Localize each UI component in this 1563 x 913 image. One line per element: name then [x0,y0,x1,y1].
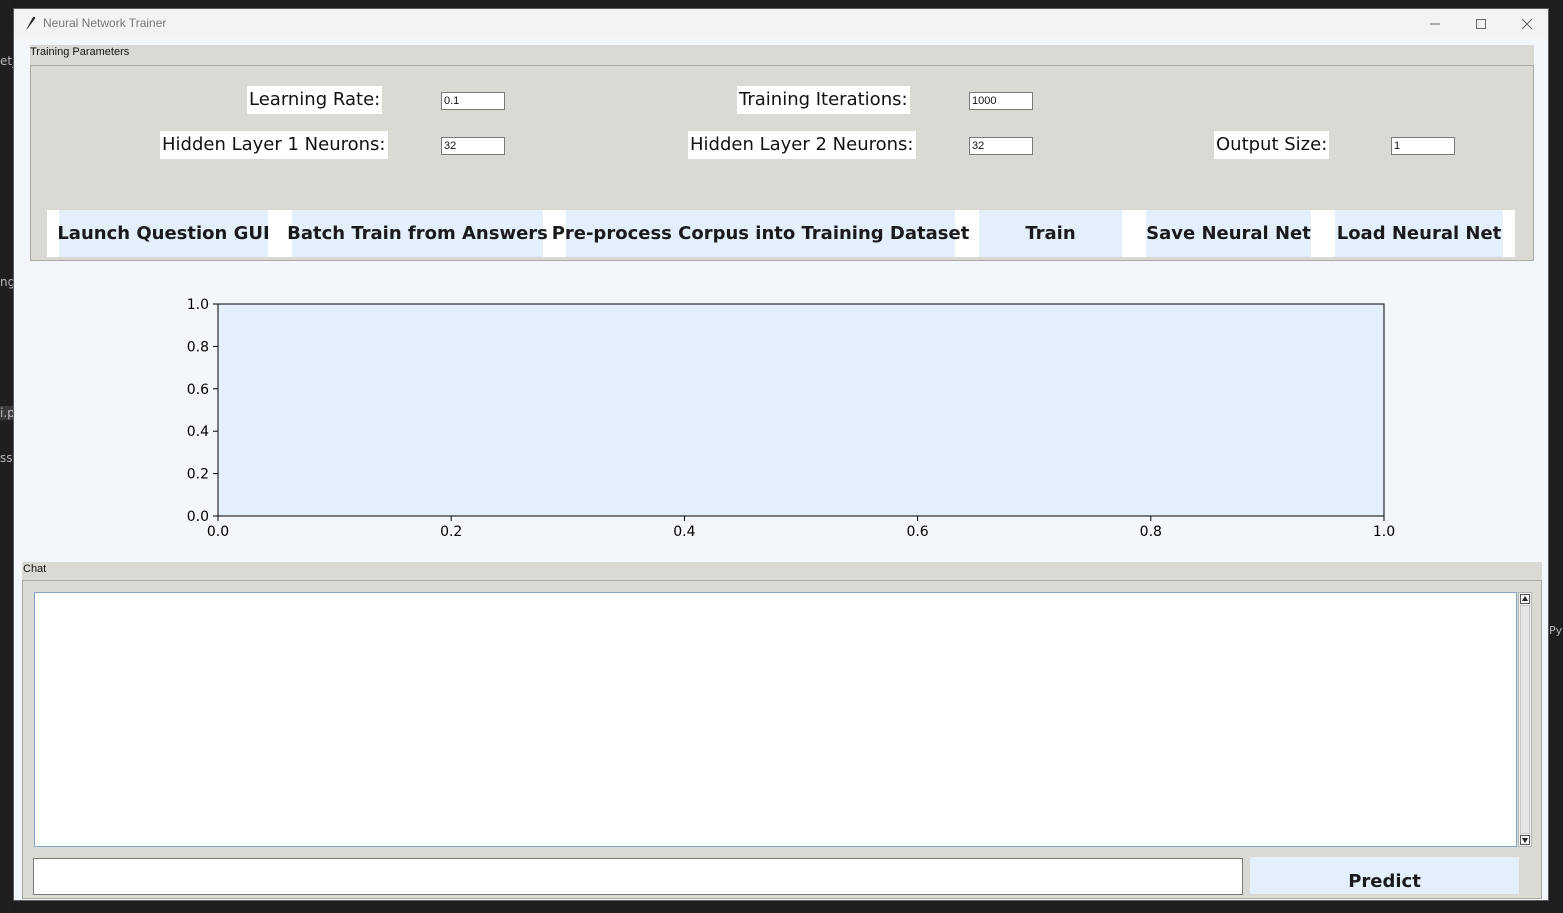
background-text-fragment: Py [1549,624,1563,637]
scroll-down-arrow-icon[interactable] [1520,835,1530,845]
title-bar[interactable]: Neural Network Trainer [14,9,1548,39]
scrollbar-thumb[interactable] [1520,605,1530,834]
maximize-button[interactable] [1458,9,1504,39]
y-tick-label: 0.6 [187,382,209,398]
chat-scrollbar[interactable] [1518,592,1532,847]
y-tick-label: 0.0 [187,509,209,525]
minimize-icon [1430,23,1440,25]
predict-button[interactable]: Predict [1250,857,1519,894]
chat-label-bar [22,562,1542,580]
x-tick-label: 0.6 [906,524,928,540]
window-title: Neural Network Trainer [43,16,167,30]
close-button[interactable] [1504,9,1550,39]
chat-input[interactable] [33,858,1243,895]
y-tick-label: 0.2 [187,467,209,483]
maximize-icon [1476,19,1486,29]
x-tick-label: 0.4 [673,524,695,540]
scroll-up-arrow-icon[interactable] [1520,594,1530,604]
close-icon [1521,18,1533,30]
chat-log[interactable] [34,592,1517,847]
x-tick-label: 0.2 [440,524,462,540]
client-area: Training Parameters Learning Rate: Train… [14,39,1548,900]
x-tick-label: 0.0 [207,524,229,540]
x-tick-label: 0.8 [1140,524,1162,540]
feather-icon [26,16,36,30]
y-tick-label: 1.0 [187,297,209,313]
plot-area [217,303,1385,517]
x-tick-label: 1.0 [1373,524,1395,540]
y-tick-label: 0.8 [187,339,209,355]
y-tick-label: 0.4 [187,424,209,440]
app-window: Neural Network Trainer Training Paramete… [13,8,1549,901]
training-loss-chart: 0.0 0.2 0.4 0.6 0.8 1.0 0.0 0.2 0.4 0.6 0.8 1.0 [187,297,1395,540]
chat-frame: Predict [22,580,1542,899]
chat-label: Chat [23,563,47,575]
minimize-button[interactable] [1412,9,1458,39]
